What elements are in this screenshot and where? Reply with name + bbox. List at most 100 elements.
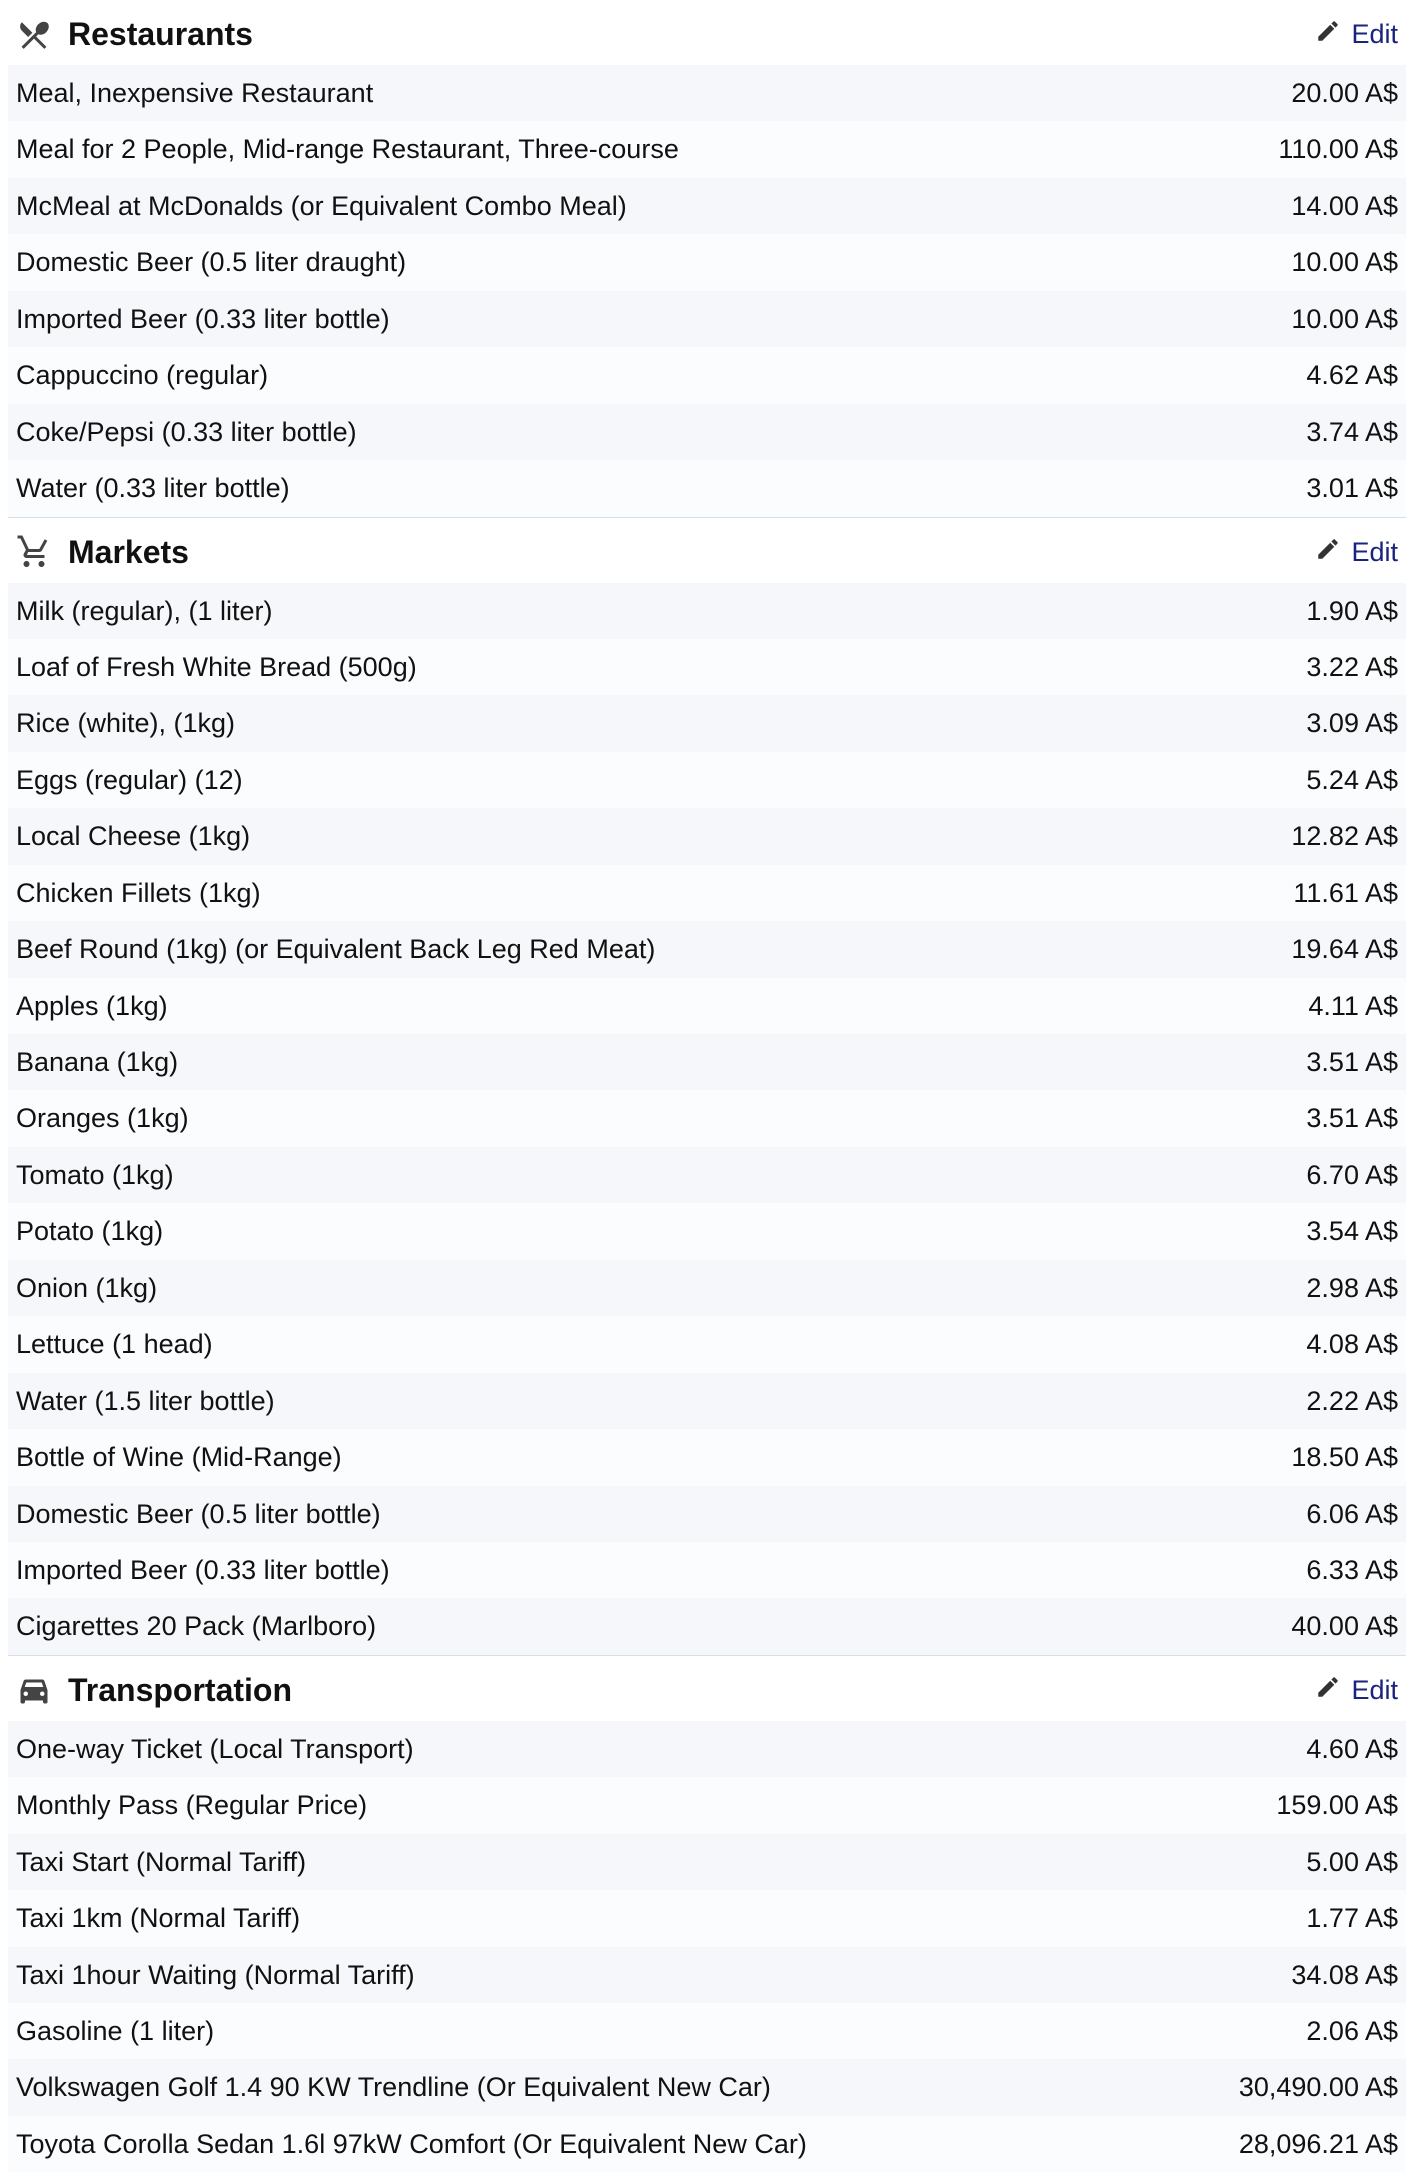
table-row: Taxi 1km (Normal Tariff)1.77 A$ — [8, 1890, 1406, 1946]
table-row: Water (0.33 liter bottle)3.01 A$ — [8, 460, 1406, 516]
item-label: Lettuce (1 head) — [16, 1326, 1306, 1362]
table-row: Cigarettes 20 Pack (Marlboro)40.00 A$ — [8, 1598, 1406, 1654]
item-label: Taxi Start (Normal Tariff) — [16, 1844, 1306, 1880]
restaurant-icon — [16, 17, 52, 53]
item-value: 3.22 A$ — [1306, 649, 1398, 685]
section-title: Restaurants — [16, 16, 253, 53]
item-value: 159.00 A$ — [1276, 1787, 1398, 1823]
item-label: Beef Round (1kg) (or Equivalent Back Leg… — [16, 931, 1291, 967]
section-title-text: Markets — [68, 534, 189, 571]
item-value: 5.24 A$ — [1306, 762, 1398, 798]
section-title-text: Restaurants — [68, 16, 253, 53]
table-row: Coke/Pepsi (0.33 liter bottle)3.74 A$ — [8, 404, 1406, 460]
cart-icon — [16, 534, 52, 570]
edit-label: Edit — [1351, 19, 1398, 50]
item-label: Toyota Corolla Sedan 1.6l 97kW Comfort (… — [16, 2126, 1239, 2162]
item-value: 12.82 A$ — [1291, 818, 1398, 854]
section-header-restaurants: Restaurants Edit — [8, 0, 1406, 65]
table-row: Water (1.5 liter bottle)2.22 A$ — [8, 1373, 1406, 1429]
item-value: 19.64 A$ — [1291, 931, 1398, 967]
item-label: Loaf of Fresh White Bread (500g) — [16, 649, 1306, 685]
pencil-icon — [1315, 1674, 1341, 1707]
item-label: Apples (1kg) — [16, 988, 1308, 1024]
item-label: Eggs (regular) (12) — [16, 762, 1306, 798]
item-value: 4.62 A$ — [1306, 357, 1398, 393]
item-value: 6.06 A$ — [1306, 1496, 1398, 1532]
item-value: 34.08 A$ — [1291, 1957, 1398, 1993]
item-value: 6.70 A$ — [1306, 1157, 1398, 1193]
item-value: 40.00 A$ — [1291, 1608, 1398, 1644]
table-row: Banana (1kg)3.51 A$ — [8, 1034, 1406, 1090]
item-value: 14.00 A$ — [1291, 188, 1398, 224]
item-value: 30,490.00 A$ — [1239, 2069, 1398, 2105]
item-label: Volkswagen Golf 1.4 90 KW Trendline (Or … — [16, 2069, 1239, 2105]
table-row: Apples (1kg)4.11 A$ — [8, 978, 1406, 1034]
item-label: Gasoline (1 liter) — [16, 2013, 1306, 2049]
item-label: Milk (regular), (1 liter) — [16, 593, 1306, 629]
item-label: Chicken Fillets (1kg) — [16, 875, 1293, 911]
item-value: 4.60 A$ — [1306, 1731, 1398, 1767]
table-row: Taxi Start (Normal Tariff)5.00 A$ — [8, 1834, 1406, 1890]
section-title: Markets — [16, 534, 189, 571]
item-label: Cappuccino (regular) — [16, 357, 1306, 393]
item-label: Tomato (1kg) — [16, 1157, 1306, 1193]
edit-button-restaurants[interactable]: Edit — [1315, 18, 1398, 51]
item-label: Meal, Inexpensive Restaurant — [16, 75, 1291, 111]
edit-label: Edit — [1351, 1675, 1398, 1706]
table-row: Imported Beer (0.33 liter bottle)10.00 A… — [8, 291, 1406, 347]
table-row: Meal for 2 People, Mid-range Restaurant,… — [8, 121, 1406, 177]
item-label: Banana (1kg) — [16, 1044, 1306, 1080]
table-row: Oranges (1kg)3.51 A$ — [8, 1090, 1406, 1146]
item-value: 1.90 A$ — [1306, 593, 1398, 629]
item-label: Bottle of Wine (Mid-Range) — [16, 1439, 1291, 1475]
edit-button-transportation[interactable]: Edit — [1315, 1674, 1398, 1707]
item-label: Local Cheese (1kg) — [16, 818, 1291, 854]
item-value: 2.22 A$ — [1306, 1383, 1398, 1419]
item-value: 10.00 A$ — [1291, 301, 1398, 337]
item-value: 3.51 A$ — [1306, 1044, 1398, 1080]
table-row: Rice (white), (1kg)3.09 A$ — [8, 695, 1406, 751]
table-row: Milk (regular), (1 liter)1.90 A$ — [8, 583, 1406, 639]
item-label: McMeal at McDonalds (or Equivalent Combo… — [16, 188, 1291, 224]
item-value: 3.09 A$ — [1306, 705, 1398, 741]
section-header-markets: Markets Edit — [8, 517, 1406, 583]
section-header-transportation: Transportation Edit — [8, 1655, 1406, 1721]
table-row: Eggs (regular) (12)5.24 A$ — [8, 752, 1406, 808]
item-value: 2.98 A$ — [1306, 1270, 1398, 1306]
table-row: Monthly Pass (Regular Price)159.00 A$ — [8, 1777, 1406, 1833]
section-rows-markets: Milk (regular), (1 liter)1.90 A$Loaf of … — [8, 583, 1406, 1655]
table-row: Gasoline (1 liter)2.06 A$ — [8, 2003, 1406, 2059]
item-value: 18.50 A$ — [1291, 1439, 1398, 1475]
item-label: Water (0.33 liter bottle) — [16, 470, 1306, 506]
pencil-icon — [1315, 18, 1341, 51]
pencil-icon — [1315, 536, 1341, 569]
section-rows-restaurants: Meal, Inexpensive Restaurant20.00 A$Meal… — [8, 65, 1406, 517]
item-value: 20.00 A$ — [1291, 75, 1398, 111]
item-label: Rice (white), (1kg) — [16, 705, 1306, 741]
item-value: 3.01 A$ — [1306, 470, 1398, 506]
table-row: Cappuccino (regular)4.62 A$ — [8, 347, 1406, 403]
item-label: Taxi 1hour Waiting (Normal Tariff) — [16, 1957, 1291, 1993]
table-row: Domestic Beer (0.5 liter draught)10.00 A… — [8, 234, 1406, 290]
table-row: Domestic Beer (0.5 liter bottle)6.06 A$ — [8, 1486, 1406, 1542]
item-label: Coke/Pepsi (0.33 liter bottle) — [16, 414, 1306, 450]
table-row: Meal, Inexpensive Restaurant20.00 A$ — [8, 65, 1406, 121]
item-value: 28,096.21 A$ — [1239, 2126, 1398, 2162]
table-row: McMeal at McDonalds (or Equivalent Combo… — [8, 178, 1406, 234]
table-row: Bottle of Wine (Mid-Range)18.50 A$ — [8, 1429, 1406, 1485]
table-row: Imported Beer (0.33 liter bottle)6.33 A$ — [8, 1542, 1406, 1598]
item-label: Taxi 1km (Normal Tariff) — [16, 1900, 1306, 1936]
edit-button-markets[interactable]: Edit — [1315, 536, 1398, 569]
item-value: 4.08 A$ — [1306, 1326, 1398, 1362]
table-row: Chicken Fillets (1kg)11.61 A$ — [8, 865, 1406, 921]
table-row: Beef Round (1kg) (or Equivalent Back Leg… — [8, 921, 1406, 977]
edit-label: Edit — [1351, 537, 1398, 568]
item-label: Imported Beer (0.33 liter bottle) — [16, 301, 1291, 337]
item-value: 3.54 A$ — [1306, 1213, 1398, 1249]
section-title-text: Transportation — [68, 1672, 292, 1709]
item-value: 10.00 A$ — [1291, 244, 1398, 280]
item-label: Onion (1kg) — [16, 1270, 1306, 1306]
item-value: 110.00 A$ — [1278, 131, 1398, 167]
item-value: 6.33 A$ — [1306, 1552, 1398, 1588]
item-label: Potato (1kg) — [16, 1213, 1306, 1249]
